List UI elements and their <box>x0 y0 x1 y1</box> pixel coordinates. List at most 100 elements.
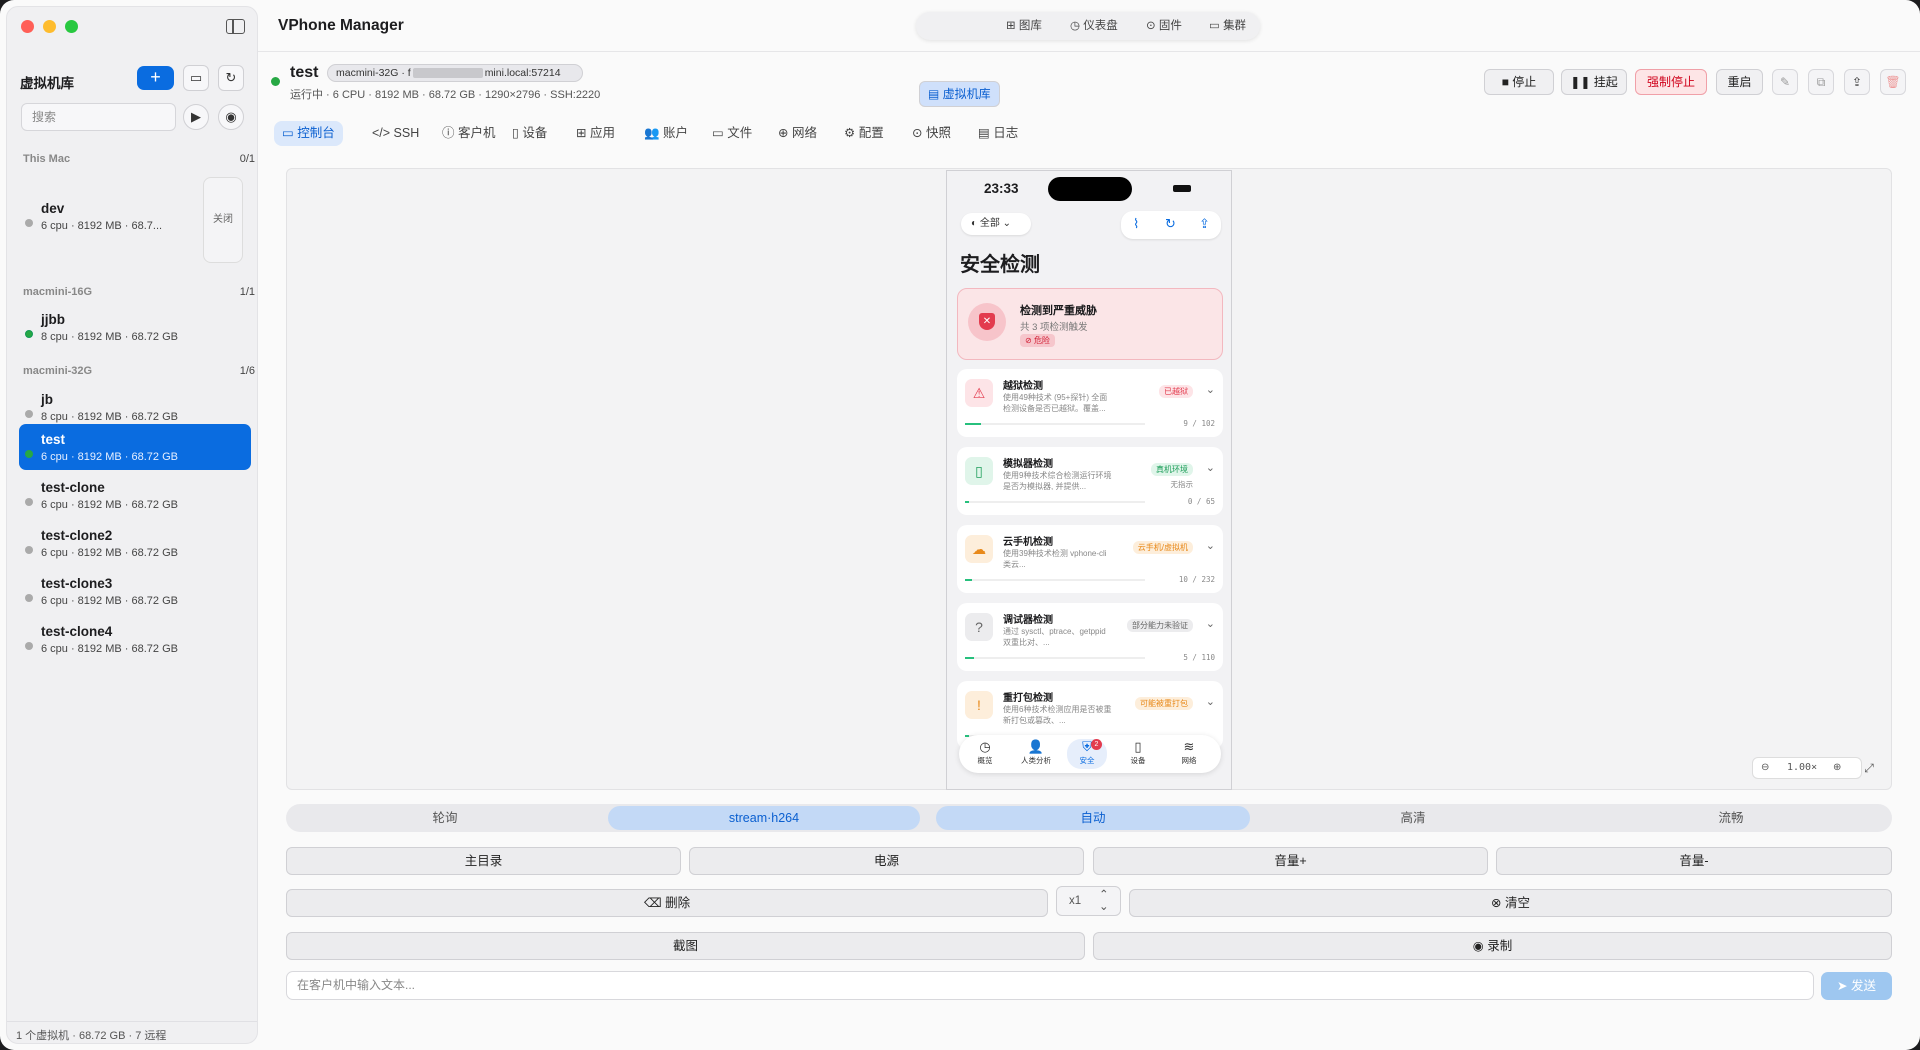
add-vm-button[interactable]: + <box>137 66 174 90</box>
chevron-down-icon[interactable]: ⌄ <box>1206 617 1215 630</box>
group-header: macmini-32G 1/6 <box>23 365 255 377</box>
zoom-in-icon[interactable]: ⊕ <box>1833 758 1841 778</box>
quality-auto[interactable]: 自动 <box>936 806 1250 830</box>
phone-icon: ▯ <box>965 457 993 485</box>
chevron-down-icon[interactable]: ⌄ <box>1206 539 1215 552</box>
refresh-icon[interactable]: ↻ <box>218 65 244 91</box>
threat-alert-card[interactable]: 检测到严重威胁 共 3 项检测触发 ⊘ 危险 <box>957 288 1223 360</box>
filter-button[interactable]: ◐ 全部 ⌄ <box>961 213 1031 235</box>
tab-apps[interactable]: ⊞ 应用 <box>568 121 623 146</box>
progress-track <box>965 423 1145 425</box>
nav-dashboard[interactable]: ◷ 仪表盘 <box>1062 16 1126 36</box>
close-host-button[interactable]: 关闭 <box>203 177 243 263</box>
nav-cluster[interactable]: ▭ 集群 <box>1201 16 1254 36</box>
record-screen-button[interactable]: ◉ 录制 <box>1093 932 1892 960</box>
vm-item-test-clone3[interactable]: test-clone3 6 cpu · 8192 MB · 68.72 GB <box>19 568 251 614</box>
record-button[interactable]: ◉ <box>218 104 244 130</box>
chevron-down-icon[interactable]: ⌄ <box>1206 461 1215 474</box>
detection-card[interactable]: ▯ 模拟器检测 使用9种技术综合检测运行环境是否为模拟器, 并提供... 真机环… <box>957 447 1223 515</box>
mode-polling[interactable]: 轮询 <box>290 806 600 830</box>
clear-button[interactable]: ⊗ 清空 <box>1129 889 1892 917</box>
progress-fill <box>965 501 969 503</box>
copy-icon[interactable]: ⧉ <box>1808 69 1834 95</box>
tab-device[interactable]: ▯ 设备 <box>504 121 555 146</box>
danger-badge: ⊘ 危险 <box>1020 334 1055 347</box>
zoom-out-icon[interactable]: ⊖ <box>1761 758 1769 778</box>
volume-down-button[interactable]: 音量- <box>1496 847 1892 875</box>
phone-tab-person[interactable]: 👤 人类分析 <box>1016 739 1056 766</box>
repeat-stepper[interactable]: x1 ⌃ ⌄ <box>1056 886 1121 916</box>
phone-tab-device[interactable]: ▯ 设备 <box>1118 739 1158 766</box>
warning-icon: ⚠ <box>965 379 993 407</box>
vm-item-jjbb[interactable]: jjbb 8 cpu · 8192 MB · 68.72 GB <box>19 304 251 350</box>
tab-console[interactable]: ▭ 控制台 <box>274 121 343 146</box>
status-dot <box>25 450 33 458</box>
card-title: 越狱检测 <box>1003 381 1043 392</box>
quality-smooth[interactable]: 流畅 <box>1576 806 1886 830</box>
gauge-icon: ◷ <box>979 739 991 754</box>
home-button[interactable]: 主目录 <box>286 847 681 875</box>
status-dot <box>25 546 33 554</box>
send-button[interactable]: ➤ 发送 <box>1821 972 1892 1000</box>
battery-icon <box>1173 185 1191 192</box>
nav-library[interactable]: ▤ 虚拟机库 <box>919 81 1000 107</box>
vm-name: test-clone3 <box>41 576 113 591</box>
play-button[interactable]: ▶ <box>183 104 209 130</box>
tab-snapshots[interactable]: ⊙ 快照 <box>904 121 959 146</box>
zoom-window-button[interactable] <box>65 20 78 33</box>
tab-logs[interactable]: ▤ 日志 <box>970 121 1026 146</box>
vm-item-test-clone4[interactable]: test-clone4 6 cpu · 8192 MB · 68.72 GB <box>19 616 251 662</box>
chevron-down-icon[interactable]: ⌄ <box>1206 695 1215 708</box>
tab-config[interactable]: ⚙ 配置 <box>836 121 892 146</box>
detection-card[interactable]: ⚠ 越狱检测 使用49种技术 (95+探针) 全面检测设备是否已越狱。覆盖...… <box>957 369 1223 437</box>
card-description: 使用39种技术检测 vphone-cli 类云... <box>1003 549 1107 569</box>
stepper-value: x1 <box>1069 895 1082 907</box>
card-count: 0 / 65 <box>1187 497 1215 506</box>
screenshot-button[interactable]: 截图 <box>286 932 1085 960</box>
chevron-down-icon[interactable]: ⌄ <box>1206 383 1215 396</box>
detection-card[interactable]: ? 调试器检测 通过 sysctl、ptrace、getppid 双重比对、..… <box>957 603 1223 671</box>
fullscreen-icon[interactable]: ⤢ <box>1856 757 1882 779</box>
vm-item-test[interactable]: test 6 cpu · 8192 MB · 68.72 GB <box>19 424 251 470</box>
tab-accounts[interactable]: 👥 账户 <box>636 121 696 146</box>
restart-button[interactable]: 重启 <box>1716 69 1763 95</box>
phone-screen[interactable]: 23:33 ◐ 全部 ⌄ ⌇ ↻ ⇪ 安全检测 检测到严重威胁 共 3 项检测触… <box>946 170 1232 790</box>
vm-spec: 6 cpu · 8192 MB · 68.72 GB <box>41 451 178 463</box>
refresh-icon[interactable]: ↻ <box>1165 216 1176 232</box>
decrement-icon[interactable]: ⌄ <box>1099 899 1109 913</box>
volume-up-button[interactable]: 音量+ <box>1093 847 1488 875</box>
edit-icon[interactable]: ✎ <box>1772 69 1798 95</box>
force-stop-button[interactable]: 强制停止 <box>1635 69 1707 95</box>
vm-item-test-clone[interactable]: test-clone 6 cpu · 8192 MB · 68.72 GB <box>19 472 251 518</box>
minimize-window-button[interactable] <box>43 20 56 33</box>
sidebar-toggle-icon[interactable] <box>226 19 245 34</box>
tab-network[interactable]: ⊕ 网络 <box>770 121 825 146</box>
vm-name: test-clone2 <box>41 528 113 543</box>
detection-card[interactable]: ☁ 云手机检测 使用39种技术检测 vphone-cli 类云... 云手机/虚… <box>957 525 1223 593</box>
vm-item-test-clone2[interactable]: test-clone2 6 cpu · 8192 MB · 68.72 GB <box>19 520 251 566</box>
phone-tab-shield[interactable]: ⛨ 安全 2 <box>1067 739 1107 769</box>
guest-text-input[interactable]: 在客户机中输入文本... <box>286 971 1814 1000</box>
phone-tab-wifi[interactable]: ≋ 网络 <box>1169 739 1209 766</box>
import-folder-button[interactable]: ▭ <box>183 65 209 91</box>
tab-ssh[interactable]: </> SSH <box>364 121 427 146</box>
search-input[interactable]: 搜索 <box>21 103 176 131</box>
share-icon[interactable]: ⇪ <box>1199 216 1210 232</box>
mode-h264[interactable]: stream·h264 <box>608 806 920 830</box>
quality-hd[interactable]: 高清 <box>1258 806 1568 830</box>
trash-icon[interactable]: 🗑 <box>1880 69 1906 95</box>
close-window-button[interactable] <box>21 20 34 33</box>
vm-spec: 8 cpu · 8192 MB · 68.72 GB <box>41 411 178 423</box>
tab-files[interactable]: ▭ 文件 <box>704 121 760 146</box>
share-icon[interactable]: ⇪ <box>1844 69 1870 95</box>
power-button[interactable]: 电源 <box>689 847 1084 875</box>
activity-icon[interactable]: ⌇ <box>1133 216 1139 232</box>
suspend-button[interactable]: ❚❚ 挂起 <box>1561 69 1627 95</box>
delete-button[interactable]: ⌫ 删除 <box>286 889 1048 917</box>
stop-button[interactable]: ■ 停止 <box>1484 69 1554 95</box>
status-dot <box>25 330 33 338</box>
tab-guest[interactable]: ⓘ 客户机 <box>434 121 504 146</box>
nav-firmware[interactable]: ⊙ 固件 <box>1138 16 1190 36</box>
nav-gallery[interactable]: ⊞ 图库 <box>998 16 1050 36</box>
phone-tab-gauge[interactable]: ◷ 概览 <box>965 739 1005 766</box>
